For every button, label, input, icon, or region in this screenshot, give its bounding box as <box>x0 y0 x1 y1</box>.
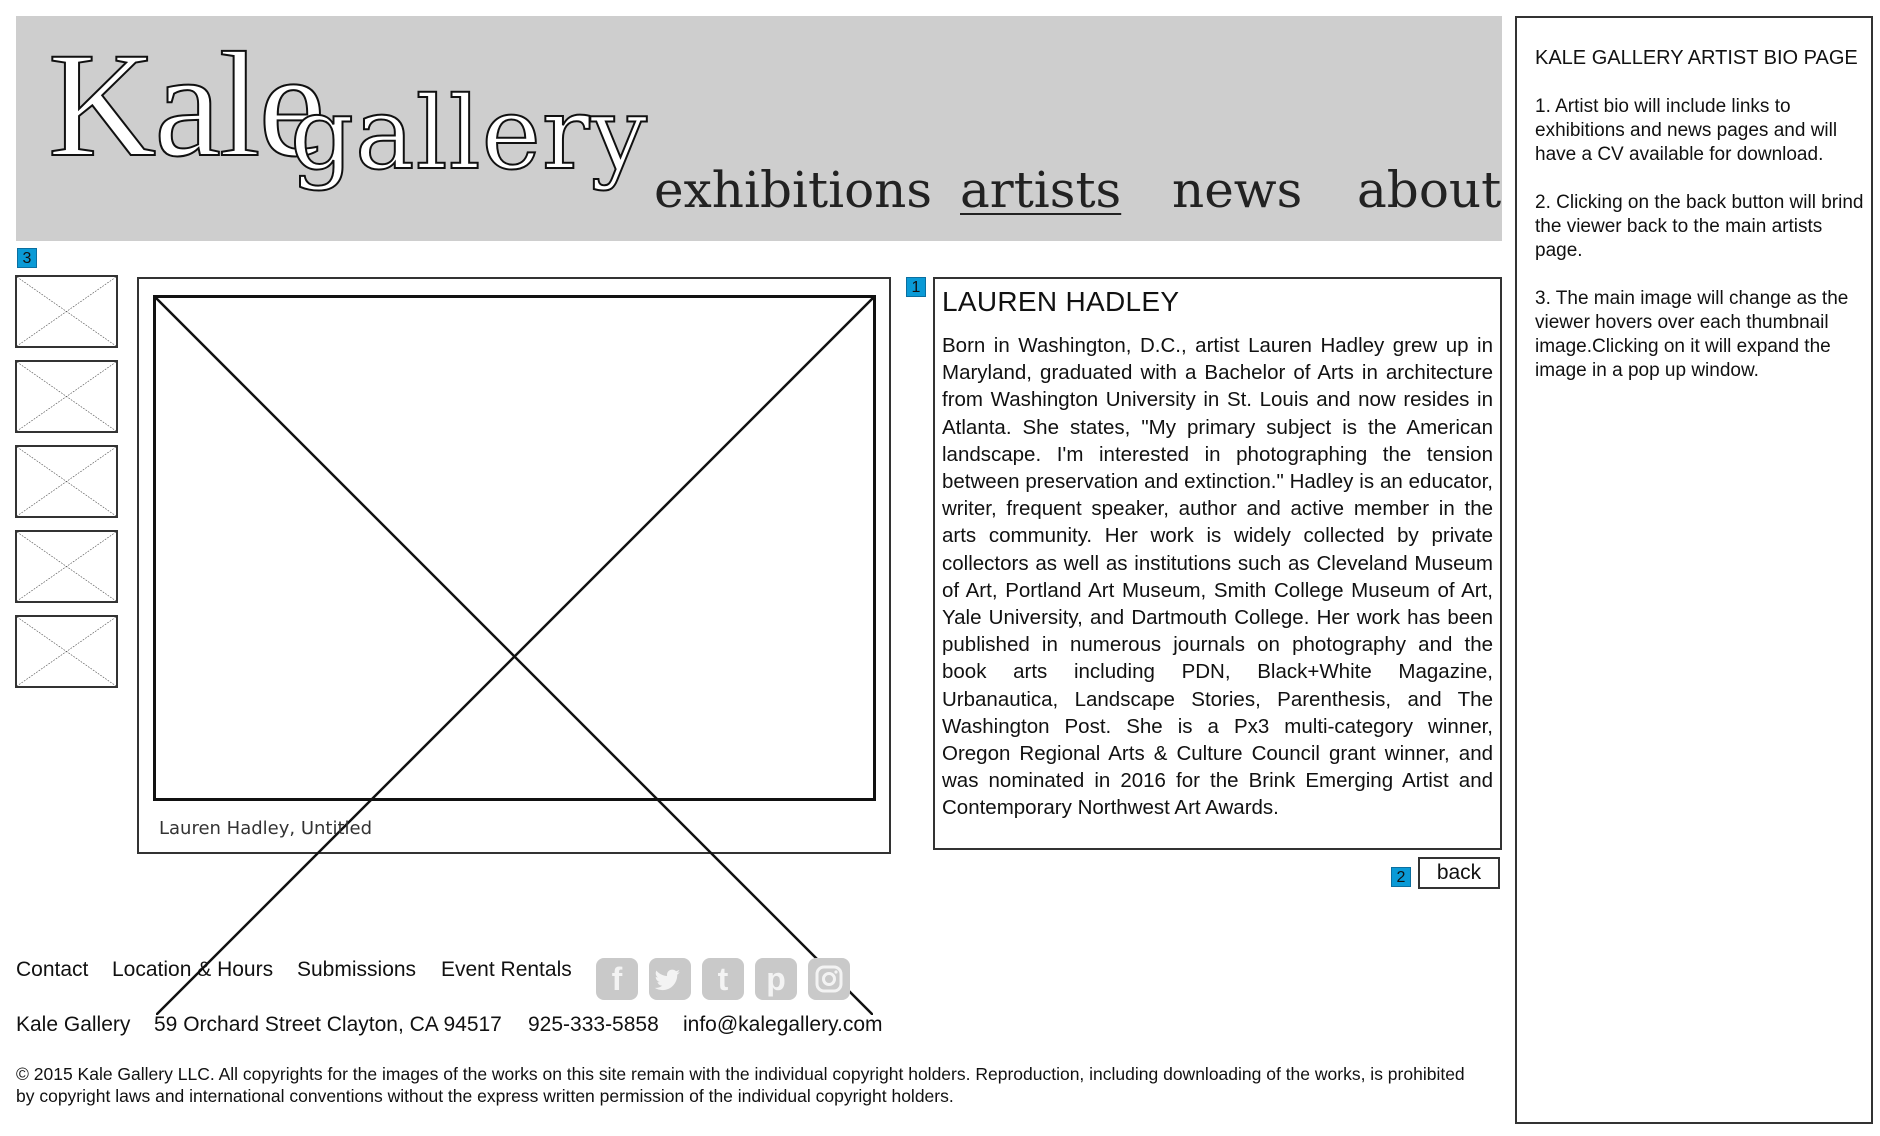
footer-gallery-name: Kale Gallery <box>16 1013 131 1036</box>
footer-link-location-hours[interactable]: Location & Hours <box>112 958 273 982</box>
logo-kale-text[interactable]: Kale <box>47 29 326 181</box>
annotation-note-3: 3. The main image will change as the vie… <box>1535 288 1849 381</box>
footer-email[interactable]: info@kalegallery.com <box>683 1013 883 1037</box>
footer-link-submissions[interactable]: Submissions <box>297 958 416 982</box>
image-placeholder-icon <box>17 532 116 601</box>
thumbnail-image[interactable] <box>15 530 118 603</box>
annotation-marker-3: 3 <box>17 248 37 268</box>
annotation-note-1: 1. Artist bio will include links to exhi… <box>1535 96 1838 165</box>
nav-about[interactable]: about <box>1357 165 1501 215</box>
image-placeholder-icon <box>17 447 116 516</box>
twitter-icon[interactable] <box>649 958 691 1000</box>
thumbnail-image[interactable] <box>15 360 118 433</box>
main-image[interactable] <box>153 295 876 801</box>
artist-bio-text: Born in Washington, D.C., artist Lauren … <box>942 334 1493 820</box>
footer-address: 59 Orchard Street Clayton, CA 94517 <box>154 1013 502 1036</box>
annotation-marker-2: 2 <box>1391 867 1411 887</box>
annotation-marker-1: 1 <box>906 277 926 297</box>
thumbnail-image[interactable] <box>15 615 118 688</box>
image-placeholder-icon <box>156 298 873 1015</box>
footer-phone: 925-333-5858 <box>528 1013 659 1036</box>
footer-link-event-rentals[interactable]: Event Rentals <box>441 958 572 982</box>
nav-artists[interactable]: artists <box>960 165 1121 215</box>
image-placeholder-icon <box>17 617 116 686</box>
image-placeholder-icon <box>17 277 116 346</box>
nav-news[interactable]: news <box>1172 165 1302 215</box>
footer-link-contact[interactable]: Contact <box>16 958 88 982</box>
back-button[interactable]: back <box>1418 857 1500 889</box>
annotation-title: KALE GALLERY ARTIST BIO PAGE <box>1535 47 1858 69</box>
thumbnail-image[interactable] <box>15 445 118 518</box>
facebook-icon[interactable]: f <box>596 958 638 1000</box>
copyright-notice: © 2015 Kale Gallery LLC. All copyrights … <box>16 1064 1465 1106</box>
logo-gallery-text[interactable]: gallery <box>289 83 648 185</box>
pinterest-icon[interactable]: p <box>755 958 797 1000</box>
image-caption: Lauren Hadley, Untitled <box>159 818 373 839</box>
tumblr-icon[interactable]: t <box>702 958 744 1000</box>
artist-name: LAUREN HADLEY <box>942 286 1180 317</box>
annotation-note-2: 2. Clicking on the back button will brin… <box>1535 192 1864 261</box>
nav-exhibitions[interactable]: exhibitions <box>654 165 932 215</box>
thumbnail-image[interactable] <box>15 275 118 348</box>
image-placeholder-icon <box>17 362 116 431</box>
instagram-icon[interactable] <box>808 958 850 1000</box>
annotation-panel <box>1515 16 1873 1124</box>
